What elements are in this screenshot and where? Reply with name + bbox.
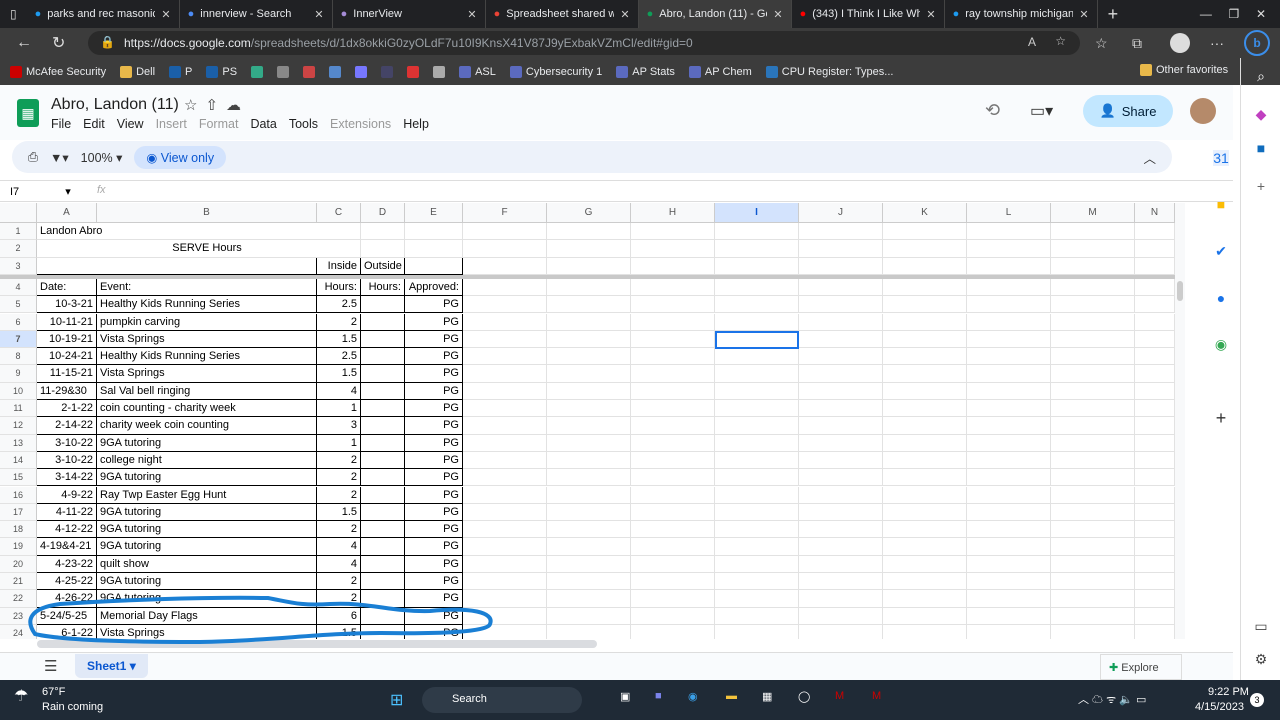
mcafee-icon[interactable]: M — [835, 690, 844, 702]
weather-icon: ☂ — [14, 688, 29, 705]
explore-icon: ✚ — [1109, 662, 1122, 674]
dell-icon[interactable]: ◯ — [798, 690, 810, 703]
all-sheets-icon[interactable]: ☰ — [44, 657, 57, 675]
hand-drawn-annotation — [28, 595, 493, 645]
tray-icons[interactable]: ︿ ☁ ᯤ 🔈 ▭ — [1078, 691, 1146, 707]
sheet-tab-sheet1[interactable]: Sheet1 ▾ — [75, 654, 148, 678]
sheet-tab-label: Sheet1 — [87, 659, 127, 673]
explore-button[interactable]: ✚ Explore — [1100, 654, 1182, 680]
taskbar-search-label: Search — [452, 693, 487, 705]
mcafee-icon-2[interactable]: M — [872, 690, 881, 702]
notification-badge[interactable]: 3 — [1250, 693, 1264, 707]
start-icon[interactable]: ⊞ — [390, 690, 403, 710]
store-icon[interactable]: ▦ — [762, 690, 772, 703]
explore-label: Explore — [1121, 662, 1159, 674]
taskbar-search[interactable]: Search — [422, 687, 582, 713]
clock-time[interactable]: 9:22 PM — [1208, 686, 1249, 698]
edge-icon[interactable]: ◉ — [688, 690, 698, 703]
temperature: 67°F — [42, 686, 66, 698]
task-view-icon[interactable]: ▣ — [620, 690, 630, 703]
file-explorer-icon[interactable]: ▬ — [726, 690, 737, 702]
sheet-tab-bar: ☰ Sheet1 ▾ ✚ Explore — [0, 652, 1233, 680]
clock-date[interactable]: 4/15/2023 — [1195, 701, 1244, 713]
windows-taskbar: ☂ 67°F Rain coming ⊞ Search ▣ ■ ◉ ▬ ▦ ◯ … — [0, 680, 1280, 720]
blue-ellipse-annotation — [28, 595, 493, 645]
teams-icon[interactable]: ■ — [655, 690, 662, 702]
weather-text: Rain coming — [42, 701, 104, 713]
